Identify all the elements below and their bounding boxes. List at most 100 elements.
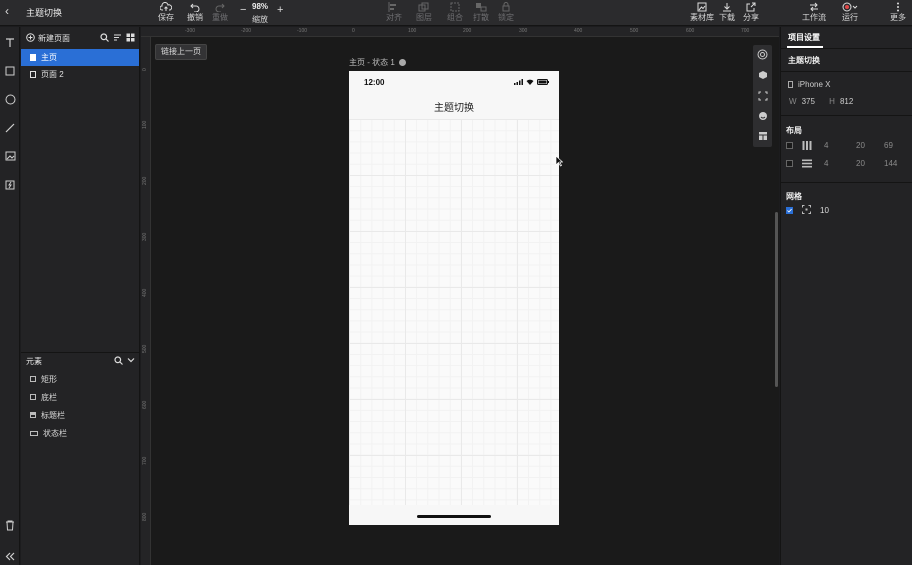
redo-icon [208,1,232,13]
new-page-button[interactable]: 新建页面 [38,33,70,44]
grid-size-value[interactable]: 10 [820,206,829,215]
layout-columns-checkbox[interactable] [786,141,793,149]
save-button[interactable]: 保存 [154,1,178,25]
phone-icon [788,81,793,88]
component-tool-icon[interactable] [3,178,17,192]
back-chevron-icon[interactable]: ‹ [5,4,15,20]
top-toolbar: ‹ 主题切换 保存 撤销 重做 − 98% 缩放 + 对齐 图层 组合 打散 锁… [0,0,912,26]
rectangle-icon [30,394,36,400]
search-icon[interactable] [100,32,109,44]
phone-status-bar[interactable]: 12:00 [349,71,559,93]
grid-view-icon[interactable] [126,33,135,44]
target-icon[interactable] [757,49,768,60]
group-icon [443,1,467,13]
rows-count[interactable]: 4 [824,159,828,168]
download-icon [715,1,739,13]
tab-project-settings[interactable]: 项目设置 [788,32,820,43]
element-item-rectangle[interactable]: 矩形 [21,370,139,388]
phone-frame[interactable]: 12:00 主题切换 [349,71,559,525]
add-circle-icon[interactable] [26,32,35,44]
signal-icon [514,78,523,87]
pages-panel: 新建页面 主页 页面 2 元素 矩形 底栏 标题栏 状态栏 [21,27,140,565]
search-icon[interactable] [114,356,123,367]
rows-gutter[interactable]: 20 [856,159,865,168]
project-name: 主题切换 [788,56,820,65]
columns-count[interactable]: 4 [824,141,828,150]
smile-icon[interactable] [757,110,768,121]
assets-button[interactable]: 素材库 [688,1,716,25]
line-tool-icon[interactable] [3,121,17,135]
zoom-value[interactable]: 98% [252,2,268,11]
element-item-title-bar[interactable]: 标题栏 [21,406,139,424]
phone-nav-title[interactable]: 主题切换 [349,93,559,119]
cube-icon[interactable] [757,69,768,80]
page-item-page-2[interactable]: 页面 2 [21,66,139,83]
layout-title: 布局 [786,126,802,135]
design-canvas[interactable]: -300 -200 -100 0 100 200 300 400 500 600… [141,27,779,565]
wifi-icon [526,78,534,87]
text-tool-icon[interactable] [3,36,17,50]
rows-icon [802,159,812,168]
device-selector[interactable]: iPhone X [788,80,830,89]
columns-icon [802,140,812,150]
zoom-in-button[interactable]: + [277,4,283,16]
element-item-bottom-bar[interactable]: 底栏 [21,388,139,406]
grid-checkbox[interactable] [786,207,793,214]
properties-panel: 项目设置 主题切换 iPhone X W 375 H 812 布局 4 20 69 … [780,27,912,565]
share-button[interactable]: 分享 [739,1,763,25]
height-value[interactable]: 812 [840,97,853,106]
gear-icon[interactable] [398,59,406,66]
zoom-control: − 98% 缩放 + [238,1,288,25]
lock-button[interactable]: 锁定 [494,1,518,25]
title-bar-icon [30,412,36,418]
elements-panel: 元素 矩形 底栏 标题栏 状态栏 [21,352,139,442]
ellipse-tool-icon[interactable] [3,92,17,106]
elements-header: 元素 [21,352,139,370]
collapse-double-chevron-icon[interactable] [3,549,17,563]
run-button[interactable]: 运行 [838,1,862,25]
status-bar-icon [30,430,38,436]
app-title: 主题切换 [26,8,63,18]
element-item-status-bar[interactable]: 状态栏 [21,424,139,442]
more-button[interactable]: 更多 [886,1,910,25]
redo-button[interactable]: 重做 [208,1,232,25]
frame-label[interactable]: 主页 - 状态 1 [349,57,406,68]
link-previous-page-button[interactable]: 链接上一页 [155,44,207,60]
layer-button[interactable]: 图层 [412,1,436,25]
download-button[interactable]: 下载 [715,1,739,25]
divider [781,115,912,116]
layout-rows-checkbox[interactable] [786,159,793,167]
fit-screen-icon[interactable] [757,90,768,101]
width-value[interactable]: 375 [802,97,815,106]
ungroup-button[interactable]: 打散 [469,1,493,25]
grid-icon [802,205,811,216]
rectangle-tool-icon[interactable] [3,64,17,78]
zoom-out-button[interactable]: − [240,4,246,16]
align-icon [382,1,406,13]
trash-icon[interactable] [3,518,17,532]
undo-button[interactable]: 撤销 [183,1,207,25]
image-icon [688,1,716,13]
ungroup-icon [469,1,493,13]
table-icon[interactable] [757,130,768,141]
divider [781,71,912,72]
sort-list-icon[interactable] [113,33,122,44]
lock-icon [494,1,518,13]
columns-margin[interactable]: 69 [884,141,893,150]
elements-title: 元素 [26,357,42,366]
frame-size: W 375 H 812 [789,97,854,106]
divider [781,48,912,49]
align-button[interactable]: 对齐 [382,1,406,25]
rows-margin[interactable]: 144 [884,159,897,168]
chevron-down-icon[interactable] [127,356,135,367]
page-item-home[interactable]: 主页 [21,49,139,66]
workflow-icon [800,1,828,13]
columns-gutter[interactable]: 20 [856,141,865,150]
image-tool-icon[interactable] [3,149,17,163]
tool-strip [0,27,20,565]
group-button[interactable]: 组合 [443,1,467,25]
phone-home-area[interactable] [349,505,559,525]
workflow-button[interactable]: 工作流 [800,1,828,25]
page-icon [30,54,36,61]
canvas-scrollbar[interactable] [775,212,778,387]
